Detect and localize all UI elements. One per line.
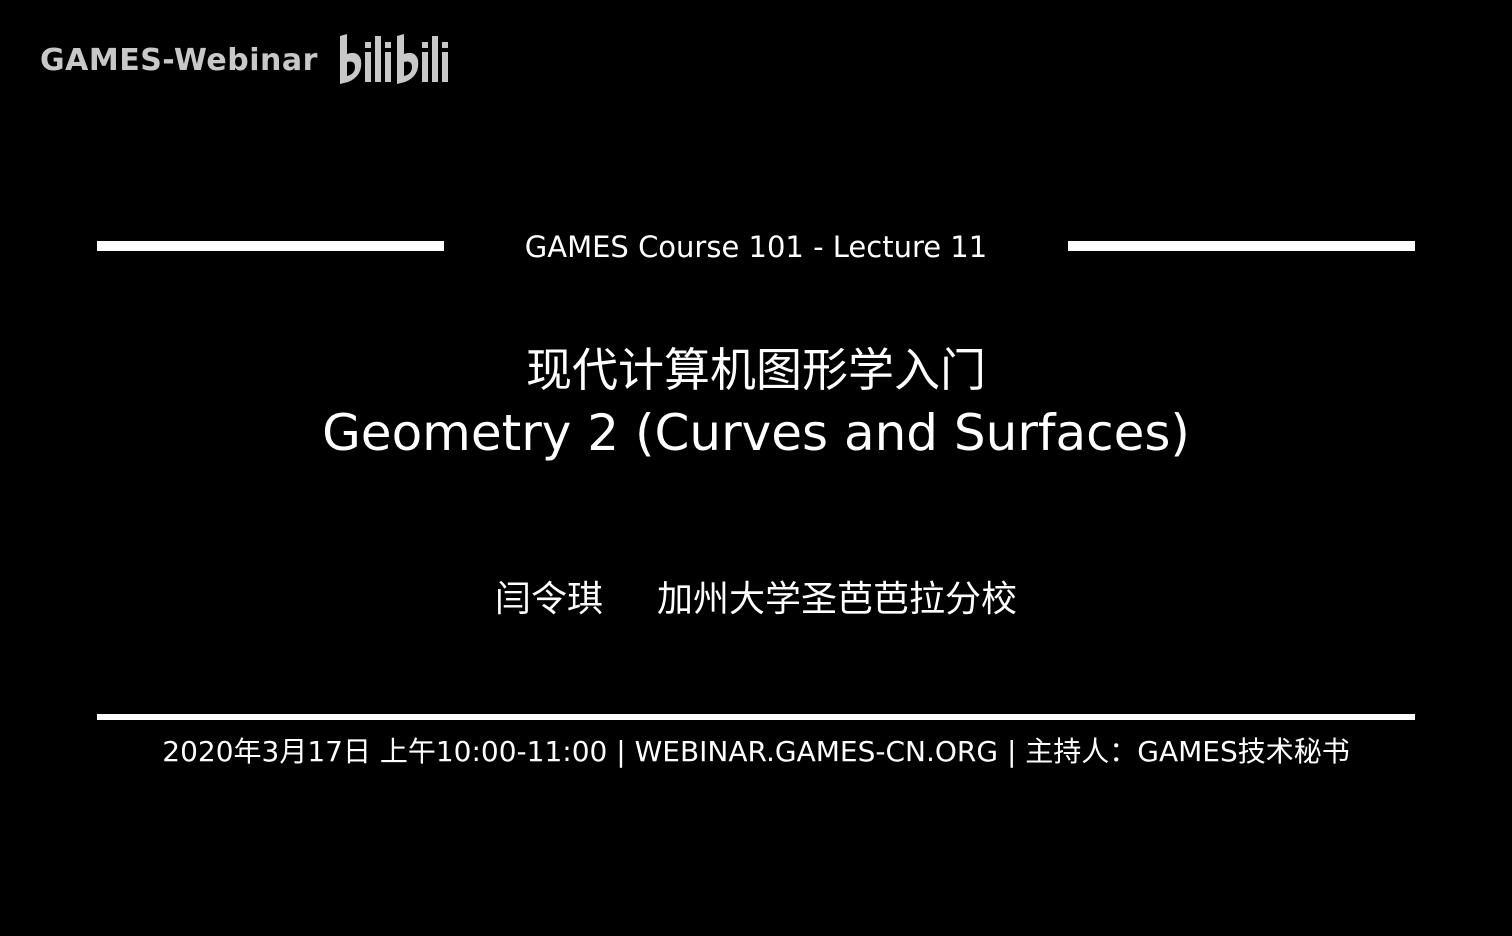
- watermark: GAMES-Webinar: [40, 30, 454, 90]
- course-line: GAMES Course 101 - Lecture 11: [524, 230, 988, 264]
- footer-info: 2020年3月17日 上午10:00-11:00 | WEBINAR.GAMES…: [162, 735, 1350, 768]
- presenter-affiliation: 加州大学圣芭芭拉分校: [657, 579, 1018, 620]
- title-english: Geometry 2 (Curves and Surfaces): [322, 404, 1190, 462]
- header-rule-right: [1068, 241, 1415, 251]
- slide-frame: GAMES-Webinar GAMES Course 101 - Lecture…: [0, 0, 1512, 936]
- title-chinese: 现代计算机图形学入门: [526, 343, 986, 397]
- watermark-text: GAMES-Webinar: [40, 42, 318, 78]
- presenter-line: 闫令琪 加州大学圣芭芭拉分校: [0, 572, 1512, 628]
- footer-rule: [97, 714, 1415, 720]
- presenter-name: 闫令琪: [494, 579, 603, 620]
- bilibili-logo-icon: [339, 34, 448, 84]
- header-rule-left: [97, 241, 444, 251]
- title-block: 现代计算机图形学入门 Geometry 2 (Curves and Surfac…: [0, 340, 1512, 466]
